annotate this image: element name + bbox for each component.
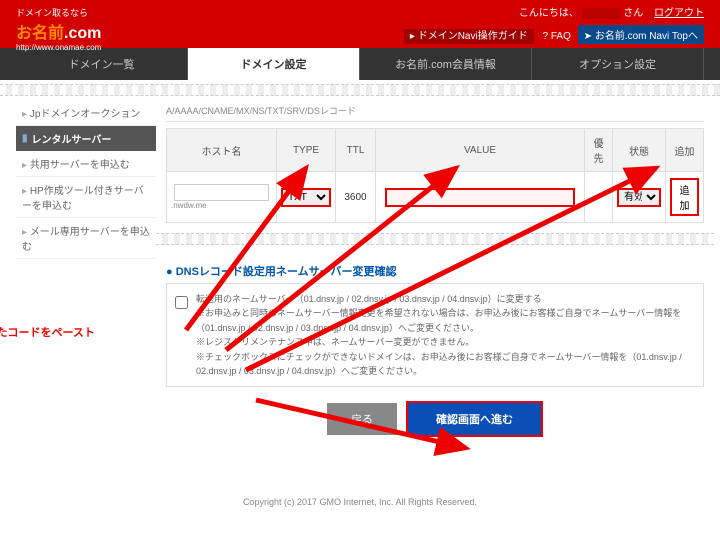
ttl-cell: 3600	[336, 172, 376, 223]
th-value: VALUE	[376, 129, 585, 172]
nav-guide[interactable]: ▸ ドメインNavi操作ガイド	[404, 29, 534, 44]
logo-url: http://www.onamae.com	[16, 43, 101, 52]
dns-record-table: ホスト名 TYPE TTL VALUE 優先 状態 追加 .nwdw.me TX…	[166, 128, 704, 223]
logout-link[interactable]: ログアウト	[654, 8, 704, 19]
confirmation-note: 転送用のネームサーバー（01.dnsv.jp / 02.dnsv.jp / 03…	[166, 283, 704, 387]
header: ドメイン取るなら お名前.com http://www.onamae.com こ…	[0, 0, 720, 48]
tab-member-info[interactable]: お名前.com会員情報	[360, 48, 532, 80]
note-text: 転送用のネームサーバー（01.dnsv.jp / 02.dnsv.jp / 03…	[196, 292, 695, 378]
global-nav: ドメイン一覧 ドメイン設定 お名前.com会員情報 オプション設定	[0, 48, 720, 80]
nav-top-button[interactable]: ➤ お名前.com Navi Topへ	[578, 25, 704, 44]
state-select[interactable]: 有効	[617, 188, 661, 207]
sidebar: Jpドメインオークション レンタルサーバー 共用サーバーを申込む HP作成ツール…	[16, 100, 156, 451]
nav-faq[interactable]: ? FAQ	[543, 31, 571, 42]
tab-options[interactable]: オプション設定	[532, 48, 704, 80]
tagline: ドメイン取るなら	[16, 6, 101, 19]
value-input[interactable]	[385, 188, 575, 207]
header-nav: ▸ ドメインNavi操作ガイド ? FAQ ➤ お名前.com Navi Top…	[404, 25, 704, 44]
breadcrumb: A/AAAA/CNAME/MX/NS/TXT/SRV/DSレコード	[166, 100, 704, 122]
back-button[interactable]: 戻る	[327, 403, 397, 435]
th-ttl: TTL	[336, 129, 376, 172]
torn-edge	[156, 233, 714, 245]
tab-domain-settings[interactable]: ドメイン設定	[188, 48, 360, 80]
th-type: TYPE	[277, 129, 336, 172]
section-heading: DNSレコード設定用ネームサーバー変更確認	[166, 255, 704, 283]
table-row: .nwdw.me TXT 3600 有効 追加	[167, 172, 704, 223]
th-add: 追加	[666, 129, 704, 172]
action-buttons: 戻る 確認画面へ進む	[166, 387, 704, 451]
footer-copyright: Copyright (c) 2017 GMO Internet, Inc. Al…	[0, 467, 720, 537]
header-user: こんにちは、 さん ログアウト	[519, 4, 704, 19]
add-button[interactable]: 追加	[670, 178, 699, 216]
host-input[interactable]	[174, 184, 270, 201]
sidebar-item-shared[interactable]: 共用サーバーを申込む	[16, 151, 156, 177]
th-state: 状態	[613, 129, 666, 172]
sidebar-item-auction[interactable]: Jpドメインオークション	[16, 100, 156, 126]
th-host: ホスト名	[167, 129, 277, 172]
confirm-button[interactable]: 確認画面へ進む	[406, 401, 543, 437]
th-priority: 優先	[585, 129, 613, 172]
sidebar-item-hp[interactable]: HP作成ツール付きサーバーを申込む	[16, 177, 156, 218]
sidebar-heading-rental: レンタルサーバー	[16, 126, 156, 151]
main-panel: A/AAAA/CNAME/MX/NS/TXT/SRV/DSレコード ホスト名 T…	[166, 100, 704, 451]
type-select[interactable]: TXT	[281, 188, 331, 207]
logo[interactable]: ドメイン取るなら お名前.com http://www.onamae.com	[16, 6, 101, 52]
sidebar-item-mail[interactable]: メール専用サーバーを申込む	[16, 218, 156, 259]
torn-edge	[0, 84, 720, 96]
ns-change-checkbox[interactable]	[175, 296, 188, 309]
